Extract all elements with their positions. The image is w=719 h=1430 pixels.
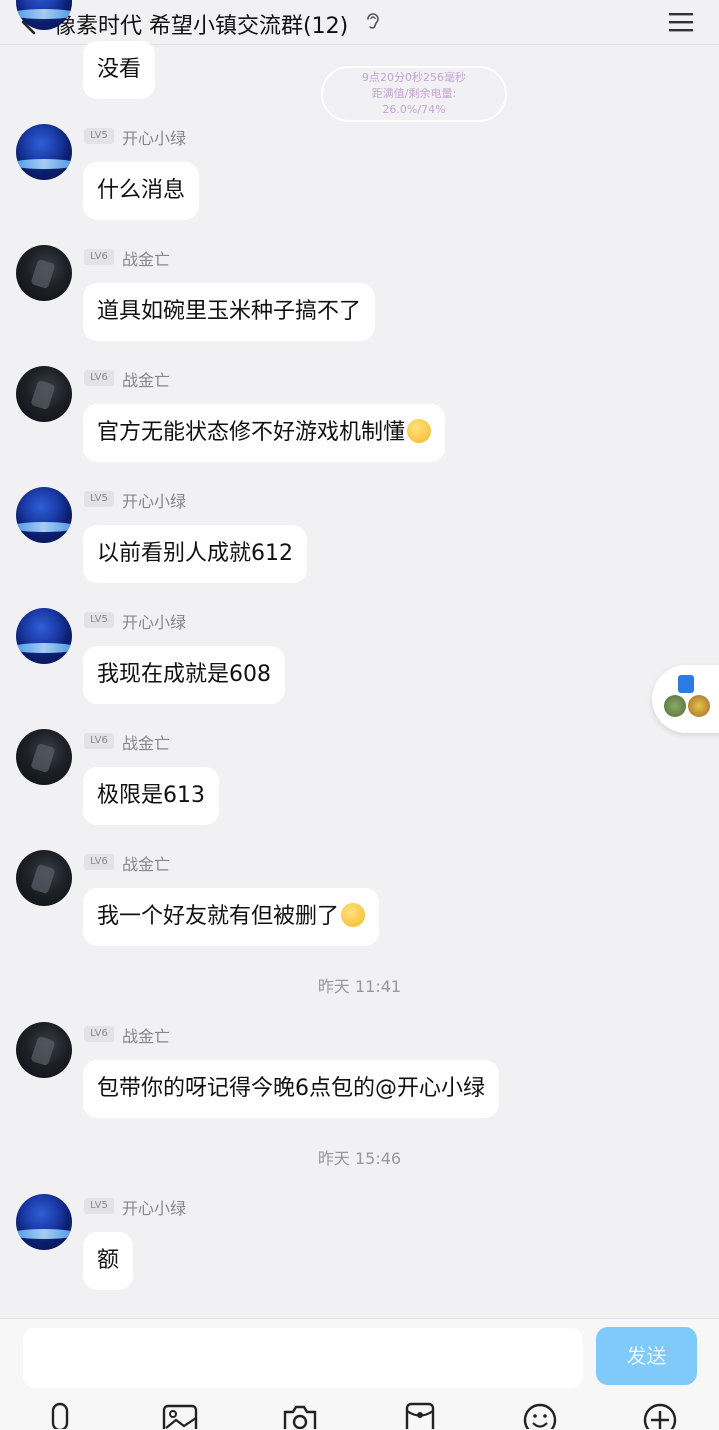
avatar[interactable] (16, 366, 72, 422)
sender-name: 开心小绿 (122, 492, 187, 511)
image-icon[interactable] (162, 1400, 198, 1429)
message-bubble[interactable]: 包带你的呀记得今晚6点包的@开心小绿 (83, 1060, 499, 1118)
avatar[interactable] (16, 1022, 72, 1078)
timestamp: 昨天 15:46 (317, 1149, 402, 1168)
sender-name: 战金亡 (122, 250, 171, 269)
overlay-line-1: 9点20分0秒256毫秒 (362, 71, 466, 84)
emoji-icon (341, 903, 366, 927)
level-badge: LV6 (84, 370, 114, 386)
message-bubble[interactable]: 什么消息 (83, 162, 200, 220)
avatar[interactable] (16, 850, 72, 906)
level-badge: LV5 (84, 128, 114, 144)
send-button[interactable]: 发送 (596, 1327, 697, 1385)
avatar[interactable] (16, 1194, 72, 1250)
avatar[interactable] (16, 608, 72, 664)
level-badge: LV5 (84, 491, 114, 507)
avatar[interactable] (16, 124, 72, 180)
message-bubble[interactable]: 以前看别人成就612 (83, 525, 307, 583)
message-text: 我一个好友就有但被删了 (97, 904, 340, 929)
menu-icon[interactable] (666, 10, 696, 34)
sender-name: 战金亡 (122, 734, 171, 753)
red-packet-icon[interactable] (402, 1400, 438, 1429)
message-bubble[interactable]: 我现在成就是608 (83, 646, 285, 704)
avatar[interactable] (16, 245, 72, 301)
level-badge: LV6 (84, 733, 114, 749)
sender-name: 战金亡 (122, 1027, 171, 1046)
ear-icon[interactable] (364, 10, 382, 34)
overlay-line-3: 26.0%/74% (382, 103, 446, 116)
battery-overlay: 9点20分0秒256毫秒 距满值/剩余电量: 26.0%/74% (321, 66, 507, 122)
overlay-line-2: 距满值/剩余电量: (371, 87, 457, 100)
sender-name: 战金亡 (122, 855, 171, 874)
message-bubble[interactable]: 官方无能状态修不好游戏机制懂 (83, 404, 446, 462)
chat-header: 像素时代 希望小镇交流群(12) (0, 0, 719, 45)
camera-icon[interactable] (282, 1400, 318, 1429)
level-badge: LV5 (84, 1198, 114, 1214)
sender-name: 开心小绿 (122, 613, 187, 632)
message-input[interactable] (23, 1328, 583, 1388)
timestamp: 昨天 11:41 (317, 977, 402, 996)
level-badge: LV6 (84, 1026, 114, 1042)
game-avatar-icon (664, 695, 686, 717)
plus-icon[interactable] (642, 1400, 678, 1429)
avatar[interactable] (16, 729, 72, 785)
sender-name: 开心小绿 (122, 1199, 187, 1218)
sender-name: 战金亡 (122, 371, 171, 390)
app-cube-icon (678, 675, 694, 693)
message-bubble[interactable]: 道具如碗里玉米种子搞不了 (83, 283, 376, 341)
chat-title[interactable]: 像素时代 希望小镇交流群(12) (54, 8, 348, 40)
level-badge: LV6 (84, 249, 114, 265)
message-bubble[interactable]: 额 (83, 1232, 134, 1290)
microphone-icon[interactable] (42, 1400, 78, 1429)
avatar[interactable] (16, 487, 72, 543)
game-avatar-icon (688, 695, 710, 717)
message-bubble[interactable]: 我一个好友就有但被删了 (83, 888, 380, 946)
message-bubble[interactable]: 极限是613 (83, 767, 219, 825)
level-badge: LV5 (84, 612, 114, 628)
message-text: 官方无能状态修不好游戏机制懂 (97, 420, 406, 445)
floating-app-widget[interactable] (652, 665, 719, 733)
emoji-icon[interactable] (522, 1400, 558, 1429)
sender-name: 开心小绿 (122, 129, 187, 148)
emoji-icon (407, 419, 432, 443)
message-bubble[interactable]: 没看 (83, 41, 156, 99)
level-badge: LV6 (84, 854, 114, 870)
